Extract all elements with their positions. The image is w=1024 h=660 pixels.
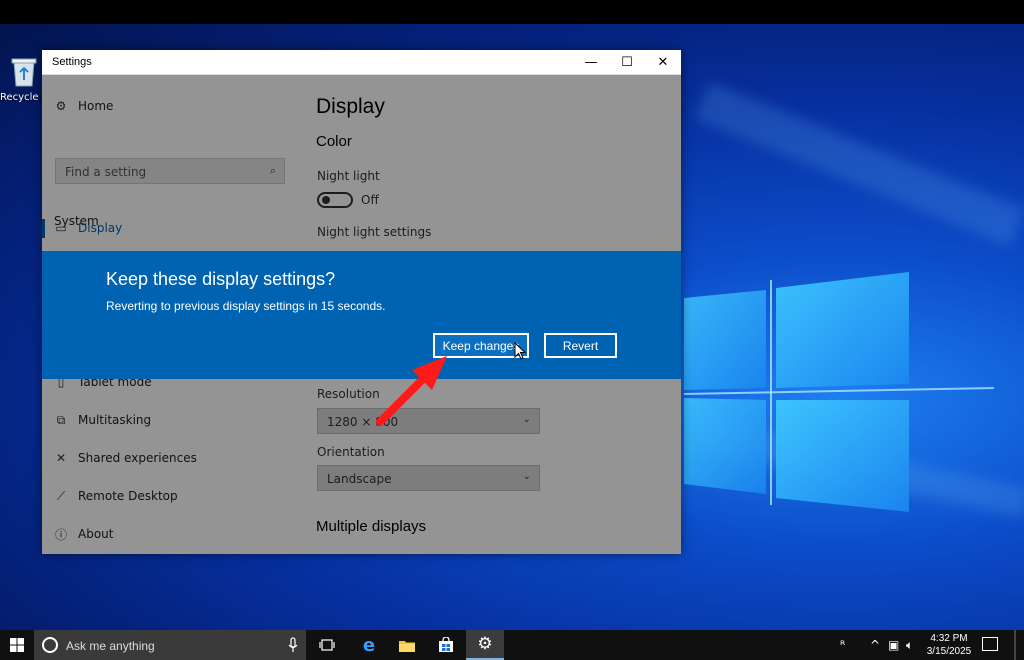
task-view-button[interactable] — [308, 630, 346, 660]
cortana-search-text: Ask me anything — [66, 639, 155, 653]
close-button[interactable]: ✕ — [645, 50, 681, 75]
edge-icon: e — [362, 634, 376, 656]
recycle-bin-icon — [11, 58, 37, 87]
dialog-message: Reverting to previous display settings i… — [106, 299, 386, 313]
notification-center-icon[interactable] — [982, 637, 998, 651]
red-pointer-arrow-icon — [376, 356, 447, 426]
windows-start-icon — [10, 638, 24, 652]
clock-time: 4:32 PM — [930, 633, 968, 644]
keep-display-settings-dialog: Keep these display settings? Reverting t… — [42, 251, 681, 379]
system-clock[interactable]: 4:32 PM 3/15/2025 — [924, 632, 974, 658]
taskbar-store[interactable] — [427, 630, 465, 660]
show-desktop-button[interactable] — [1014, 630, 1016, 660]
mouse-cursor-icon — [514, 342, 526, 360]
minimize-icon: — — [584, 55, 598, 70]
gear-icon: ⚙ — [477, 634, 493, 654]
clock-date: 3/15/2025 — [926, 646, 972, 657]
minimize-button[interactable]: — — [573, 50, 609, 75]
store-icon — [439, 637, 453, 652]
task-view-icon — [319, 639, 335, 651]
cortana-search-box[interactable]: Ask me anything — [34, 630, 306, 660]
cortana-icon — [42, 637, 58, 653]
taskbar-edge[interactable]: e — [350, 630, 388, 660]
start-button[interactable] — [0, 630, 34, 660]
top-black-strip — [0, 0, 1024, 24]
maximize-button[interactable]: ☐ — [609, 50, 645, 75]
folder-icon — [399, 640, 415, 652]
chevron-up-icon[interactable]: ^ — [870, 638, 880, 652]
volume-icon[interactable]: 🔈︎ — [906, 638, 913, 653]
revert-button[interactable]: Revert — [544, 333, 617, 358]
people-icon[interactable]: ᴿ — [840, 638, 845, 652]
recycle-bin-label: Recycle Bin — [0, 92, 48, 103]
dialog-title: Keep these display settings? — [106, 269, 336, 289]
maximize-icon: ☐ — [621, 55, 633, 70]
taskbar-file-explorer[interactable] — [388, 630, 426, 660]
window-title: Settings — [52, 56, 92, 68]
network-icon[interactable]: ▣ — [888, 638, 899, 652]
close-icon: ✕ — [657, 55, 669, 70]
title-bar[interactable]: Settings — ☐ ✕ — [42, 50, 681, 75]
windows-logo-wallpaper — [684, 272, 994, 512]
taskbar-settings[interactable]: ⚙ — [466, 630, 504, 660]
microphone-icon[interactable] — [288, 637, 298, 653]
light-beam — [694, 81, 1024, 247]
taskbar: Ask me anything e ⚙ ᴿ ^ ▣ 🔈︎ 4:32 PM 3/1… — [0, 630, 1024, 660]
recycle-bin[interactable]: Recycle Bin — [0, 56, 48, 103]
